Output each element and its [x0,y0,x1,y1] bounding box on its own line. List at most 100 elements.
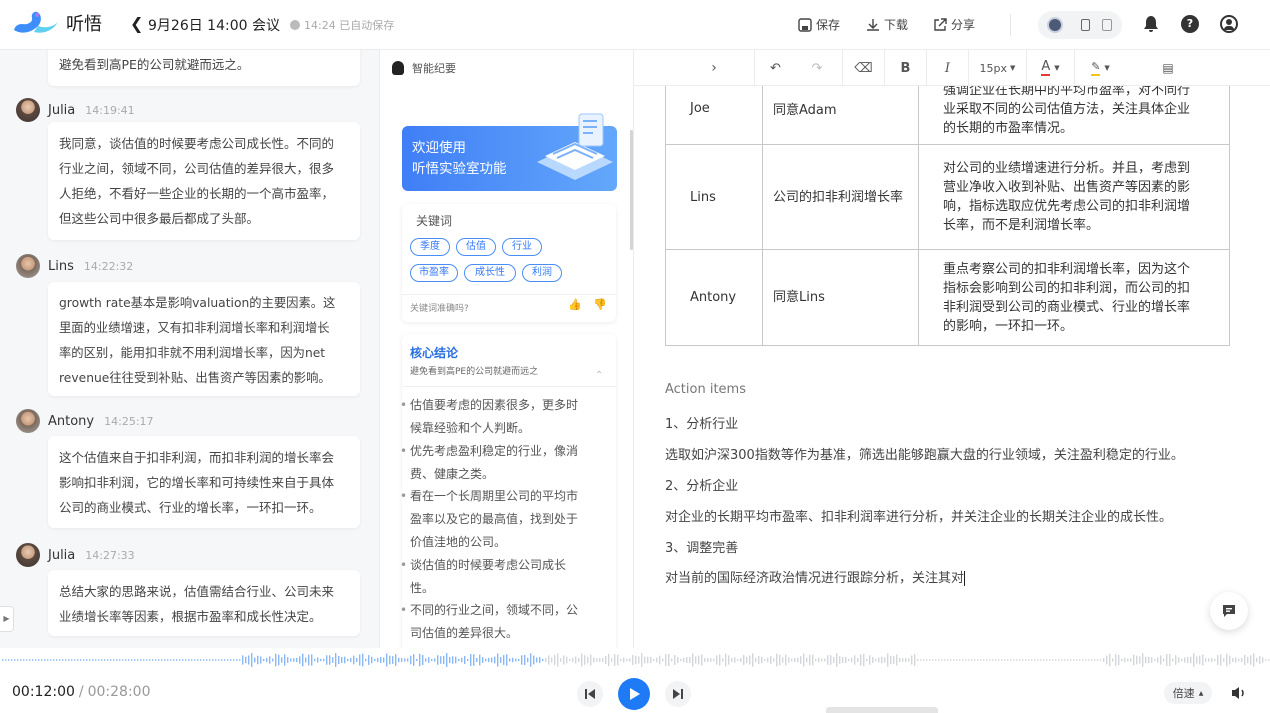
collapse-icon[interactable]: ⌃ [595,370,603,381]
transcript-bubble[interactable]: 避免看到高PE的公司就避而远之。 [48,50,360,86]
download-button[interactable]: 下载 [866,16,908,33]
user-avatar-icon[interactable] [1220,15,1238,33]
waveform-bar [146,659,148,661]
waveform-bar [1061,659,1063,661]
bold-button[interactable]: B [884,50,926,86]
action-item-text[interactable]: 选取如沪深300指数等作为基准，筛选出能够跑赢大盘的行业领域，关注盈利稳定的行业… [665,444,1184,463]
table-cell[interactable]: 同意Adam [762,78,919,145]
keyword-tag[interactable]: 行业 [502,238,542,256]
highlight-button[interactable]: ✎ ▼ [1074,50,1126,86]
eraser-icon[interactable]: ⌫ [842,50,884,86]
table-cell[interactable]: 强调企业在长期中的平均市盈率，对不同行 业采取不同的公司估值方法，关注具体企业 … [918,78,1230,145]
font-color-button[interactable]: A ▼ [1026,50,1074,86]
bell-icon[interactable] [1143,15,1159,33]
waveform-bar [596,658,598,662]
table-cell[interactable]: 同意Lins [762,249,919,346]
waveform-bar [38,659,40,661]
scrollbar-thumb[interactable] [630,130,633,250]
keyword-tag[interactable]: 估值 [456,238,496,256]
comment-button[interactable] [1210,592,1248,630]
waveform-bar [698,655,700,665]
drag-handle[interactable] [826,707,938,713]
table-cell[interactable]: 重点考察公司的扣非利润增长率，因为这个 指标会影响到公司的扣非利润，而公司的扣 … [918,249,1230,346]
expand-panel-button[interactable]: ▶ [0,606,14,632]
waveform-bar [512,657,514,663]
thumbs-down-icon[interactable]: 👎 [593,298,607,311]
waveform-bar [134,659,136,661]
mobile-icon[interactable] [1081,19,1090,31]
waveform-bar [287,657,289,663]
back-button[interactable]: ❮ [130,14,143,33]
action-item-heading[interactable]: 2、分析企业 [665,475,738,494]
transcript-bubble[interactable]: 总结大家的思路来说，估值需结合行业、公司未来 业绩增长率等因素，根据市盈率和成长… [48,570,360,636]
transcript-bubble[interactable]: 我同意，谈估值的时候要考虑公司成长性。不同的 行业之间，领域不同，公司估值的差异… [48,122,360,240]
waveform-bar [908,658,910,662]
waveform-bar [341,657,343,663]
keyword-tag[interactable]: 成长性 [464,264,516,282]
font-size-select[interactable]: 15px ▼ [968,50,1026,86]
thumbs-up-icon[interactable]: 👍 [568,298,582,311]
save-button[interactable]: 保存 [798,16,840,33]
bullet-line: 司估值的差异很大。 [410,626,519,640]
action-item-heading[interactable]: 1、分析行业 [665,413,738,432]
next-button[interactable] [665,681,691,707]
cell-line: 营业净收入收到补贴、出售资产等因素的影 [943,180,1191,195]
divider [1010,14,1011,36]
table-cell[interactable]: Antony [665,249,763,346]
brand[interactable]: 听悟 [12,8,102,38]
record-icon[interactable] [1047,17,1063,33]
undo-icon[interactable]: ↶ [754,50,796,86]
speaker-time[interactable]: 14:19:41 [85,104,134,117]
table-cell[interactable]: Joe [665,78,763,145]
speaker-name: Lins [48,258,74,274]
playback-speed-button[interactable]: 倍速 ▲ [1164,682,1212,704]
waveform-bar [665,654,667,666]
waveform-bar [5,659,7,661]
format-icon[interactable]: ▤ [1146,50,1190,86]
table-cell[interactable]: Lins [665,144,763,250]
previous-button[interactable] [577,681,603,707]
keyword-tag[interactable]: 市盈率 [410,264,458,282]
waveform-bar [1178,657,1180,663]
table-cell[interactable]: 公司的扣非利润增长率 [762,144,919,250]
waveform-bar [407,658,409,662]
speaker-time[interactable]: 14:27:33 [85,549,134,562]
play-button[interactable] [618,678,650,710]
lab-banner[interactable]: 欢迎使用 听悟实验室功能 [402,113,617,191]
keyword-tag[interactable]: 利润 [522,264,562,282]
transcript-bubble[interactable]: growth rate基本是影响valuation的主要因素。这 里面的业绩增速… [48,282,360,396]
table-cell[interactable]: 对公司的业绩增速进行分析。并且，考虑到 营业净收入收到补贴、出售资产等因素的影 … [918,144,1230,250]
waveform-bar [683,657,685,663]
device-switcher[interactable] [1038,11,1122,39]
action-item-text[interactable]: 对企业的长期平均市盈率、扣非利润率进行分析，并关注企业的长期关注企业的成长性。 [665,506,1172,525]
save-label: 保存 [816,18,841,32]
action-item-text-editing[interactable]: 对当前的国际经济政治情况进行跟踪分析，关注其对 [665,567,966,586]
speaker-time[interactable]: 14:25:17 [104,415,153,428]
keyword-tag[interactable]: 季度 [410,238,450,256]
speaker-time[interactable]: 14:22:32 [84,260,133,273]
help-icon[interactable]: ? [1181,15,1199,33]
action-items-heading[interactable]: Action items [665,382,746,397]
speaker-row: Julia 14:27:33 [16,543,135,567]
bullet-line: 性。 [410,581,435,595]
redo-icon[interactable]: ↷ [796,50,838,86]
transcript-bubble[interactable]: 这个估值来自于扣非利润，而扣非利润的增长率会 影响扣非利润，它的增长率和可持续性… [48,436,360,528]
waveform-bar [164,659,166,661]
waveform-bar [956,659,958,661]
waveform-bar [428,657,430,663]
share-button[interactable]: 分享 [933,16,975,33]
volume-icon[interactable] [1231,686,1247,700]
waveform-bar [1130,658,1132,662]
expand-sidebar-button[interactable]: › [674,50,754,86]
waveform-bar [98,659,100,661]
action-item-heading[interactable]: 3、调整完善 [665,537,738,556]
waveform-bar [533,655,535,665]
tablet-icon[interactable] [1102,19,1112,31]
waveform-bar [890,655,892,665]
skip-back-icon [585,689,595,699]
waveform-bar [686,657,688,663]
waveform-bar [101,659,103,661]
audio-waveform[interactable] [0,648,1270,672]
waveform-bar [527,657,529,663]
italic-button[interactable]: I [926,50,968,86]
